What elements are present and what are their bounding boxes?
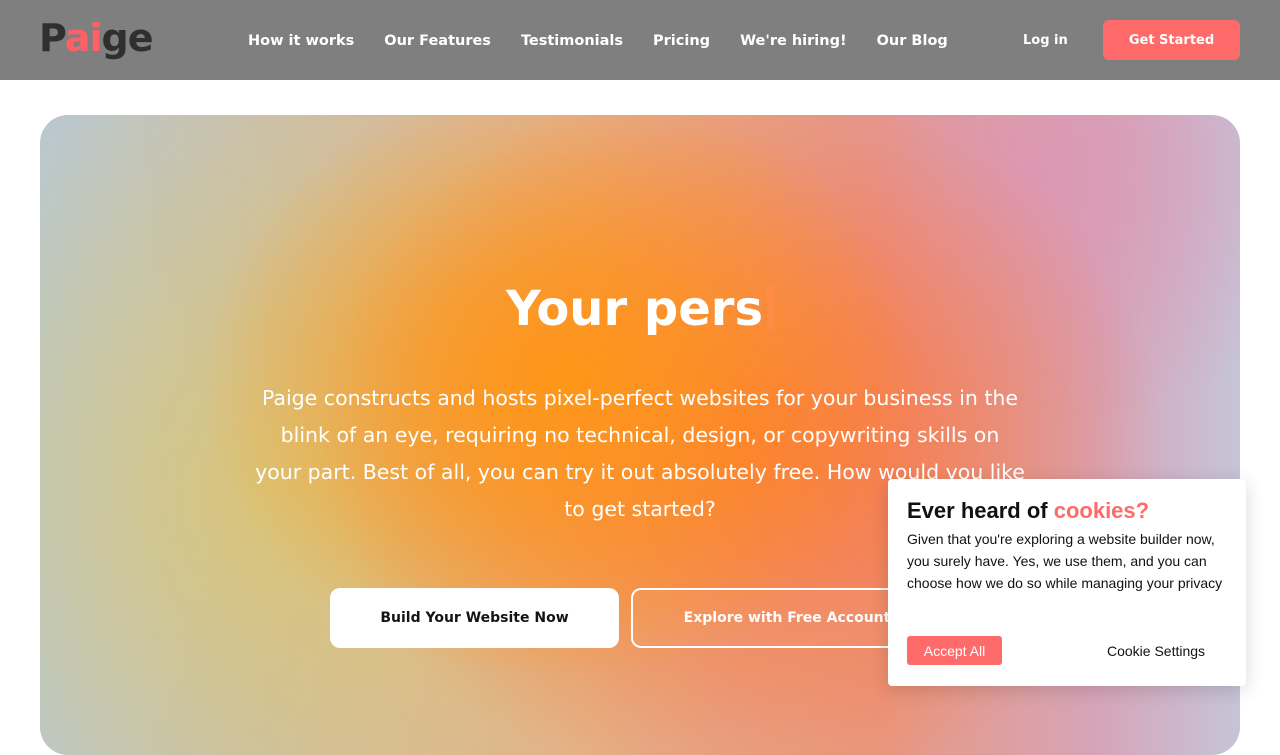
hero-title: Your pers [40, 279, 1240, 339]
nav-hiring[interactable]: We're hiring! [740, 30, 847, 52]
nav-pricing[interactable]: Pricing [653, 30, 710, 52]
cookie-title-accent: cookies? [1053, 498, 1150, 523]
cookie-text: Given that you're exploring a website bu… [907, 531, 1223, 591]
nav-how-it-works[interactable]: How it works [248, 30, 354, 52]
get-started-button[interactable]: Get Started [1103, 20, 1240, 60]
logo-text-ge: ge [101, 16, 154, 60]
main-nav: How it works Our Features Testimonials P… [248, 30, 948, 52]
login-link[interactable]: Log in [1023, 30, 1068, 52]
hero-title-text: Your pers [505, 281, 764, 337]
logo-text-ai: ai [64, 16, 103, 60]
logo-text-p: P [39, 16, 66, 60]
site-header: Paige How it works Our Features Testimon… [0, 0, 1280, 80]
cookie-banner: Ever heard of cookies? Given that you're… [888, 479, 1246, 686]
cookie-title: Ever heard of cookies? [907, 497, 1149, 525]
build-website-button[interactable]: Build Your Website Now [330, 588, 619, 648]
typing-caret [767, 283, 775, 331]
cookie-title-prefix: Ever heard of [907, 498, 1054, 523]
nav-our-features[interactable]: Our Features [384, 30, 491, 52]
paige-logo[interactable]: Paige [39, 14, 153, 62]
cookie-settings-button[interactable]: Cookie Settings [1107, 636, 1205, 665]
accept-all-button[interactable]: Accept All [907, 636, 1002, 665]
nav-blog[interactable]: Our Blog [877, 30, 948, 52]
nav-testimonials[interactable]: Testimonials [521, 30, 623, 52]
